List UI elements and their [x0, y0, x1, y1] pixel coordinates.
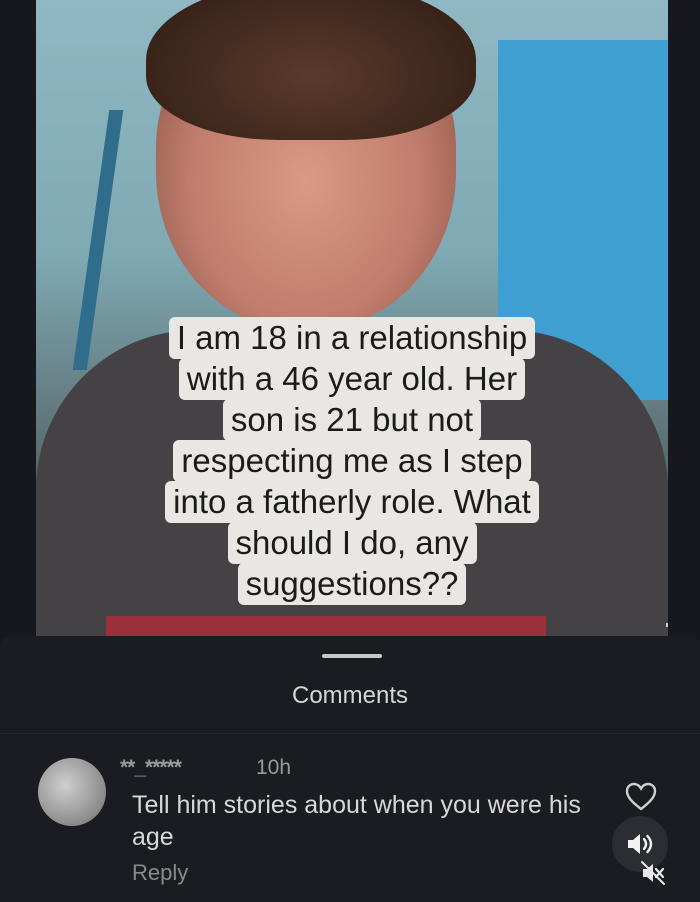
volume-mini-icon — [666, 623, 668, 627]
caption-line: son is 21 but not — [222, 399, 482, 441]
caption-line: I am 18 in a relationship — [168, 317, 536, 359]
video-frame[interactable]: I am 18 in a relationship with a 46 year… — [36, 0, 668, 636]
avatar[interactable] — [38, 758, 106, 826]
comment-time: 10h — [256, 756, 292, 779]
comment-username[interactable]: **_***** — [120, 756, 182, 780]
subject-hair — [146, 0, 476, 140]
caption-line: respecting me as I step — [173, 440, 531, 482]
speaker-icon — [628, 834, 653, 854]
heart-icon[interactable] — [624, 782, 658, 812]
comment-text: Tell him stories about when you were his… — [132, 791, 581, 851]
sheet-drag-handle[interactable] — [322, 654, 382, 658]
divider — [0, 733, 700, 734]
video-caption: I am 18 in a relationship with a 46 year… — [36, 317, 668, 605]
comments-sheet — [0, 636, 700, 902]
caption-line: suggestions?? — [237, 563, 467, 605]
reply-button[interactable]: Reply — [132, 860, 188, 886]
comments-title: Comments — [291, 682, 409, 709]
caption-line: into a fatherly role. What — [165, 481, 539, 523]
caption-line: with a 46 year old. Her — [178, 358, 526, 400]
speaker-muted-icon[interactable] — [640, 860, 666, 886]
caption-line: should I do, any — [227, 522, 477, 564]
shirt-print — [106, 616, 546, 636]
